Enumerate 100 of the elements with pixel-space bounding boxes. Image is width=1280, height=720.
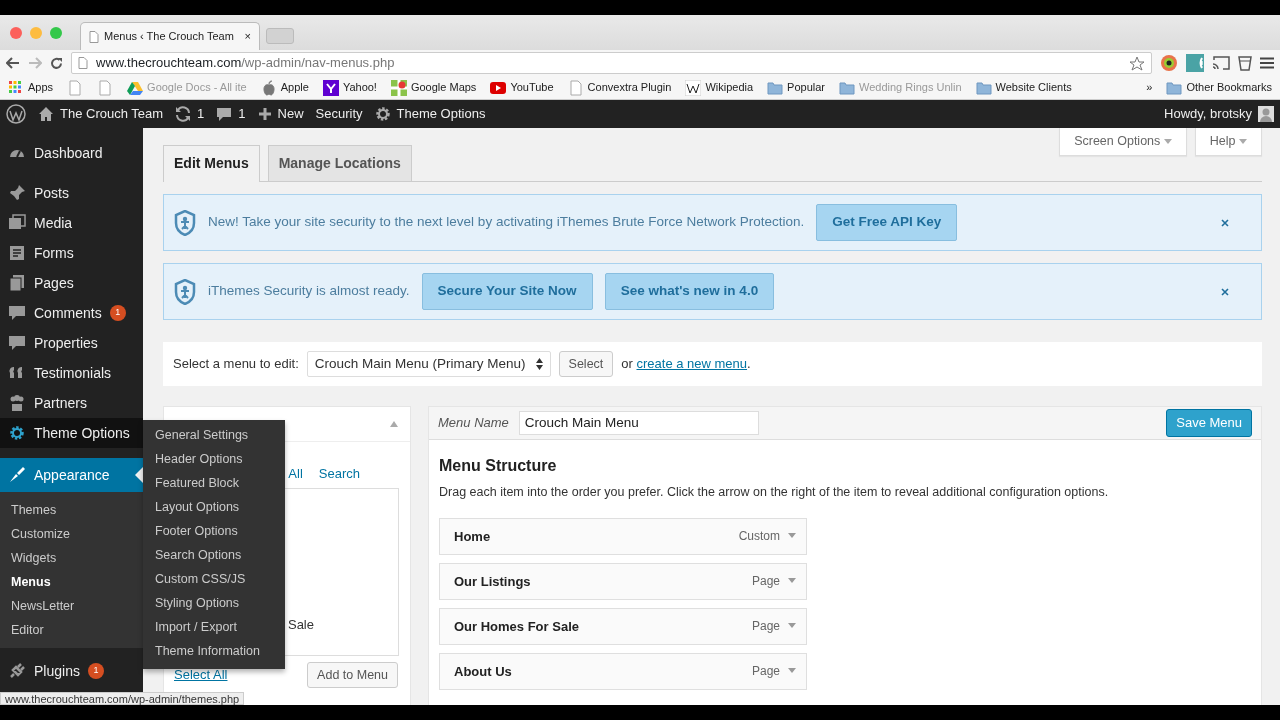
address-bar[interactable]: www.thecrouchteam.com/wp-admin/nav-menus.php (71, 52, 1152, 74)
caret-icon[interactable] (788, 623, 796, 630)
refresh-icon (175, 106, 192, 122)
item-title: Our Homes For Sale (454, 617, 579, 636)
bookmark[interactable]: Apple (260, 79, 309, 96)
sidebar-item[interactable]: Testimonials (0, 358, 143, 388)
folder-icon (767, 79, 784, 96)
panel-tab-link[interactable]: All (288, 464, 303, 484)
sidebar-item[interactable]: Forms (0, 238, 143, 268)
flyout-item[interactable]: Header Options (143, 447, 285, 471)
sidebar-item[interactable]: Plugins 1 (0, 656, 143, 686)
sidebar-item[interactable]: Comments 1 (0, 298, 143, 328)
browser-tab[interactable]: Menus ‹ The Crouch Team × (80, 22, 260, 50)
menu-icon[interactable] (1260, 57, 1274, 69)
account-link[interactable]: Howdy, brotsky (1164, 104, 1274, 124)
add-to-menu-button[interactable]: Add to Menu (307, 661, 398, 689)
bookmark[interactable]: Apps (8, 79, 54, 96)
submenu-item[interactable]: Themes (0, 498, 143, 522)
page-icon (97, 79, 114, 96)
dropdown-tab[interactable]: Help (1194, 128, 1262, 156)
more-bookmarks-button[interactable]: » (1146, 79, 1153, 96)
new-link[interactable]: New (257, 104, 304, 124)
logo-icon[interactable] (6, 104, 26, 124)
bookmark[interactable]: Convextra Plugin (567, 79, 672, 96)
sidebar-item[interactable]: Posts (0, 178, 143, 208)
bookmark[interactable]: YouTube (490, 79, 554, 96)
close-icon[interactable] (1221, 287, 1229, 296)
tab[interactable]: Edit Menus (163, 145, 260, 182)
cast-icon[interactable] (1212, 56, 1230, 70)
security-link[interactable]: Security (315, 104, 363, 124)
flyout-item[interactable]: Layout Options (143, 495, 285, 519)
flyout-item[interactable]: Search Options (143, 543, 285, 567)
bookmark[interactable]: Other Bookmarks (1166, 79, 1272, 96)
bookmark[interactable]: Wikipedia (685, 79, 754, 96)
submenu-item[interactable]: Editor (0, 618, 143, 642)
collapse-arrow-icon[interactable] (390, 421, 398, 427)
caret-icon[interactable] (788, 533, 796, 540)
flyout-item[interactable]: Footer Options (143, 519, 285, 543)
menu-item-row[interactable]: About Us Page (439, 652, 807, 690)
panel-tab-link[interactable]: Search (318, 464, 360, 484)
flyout-item[interactable]: Styling Options (143, 591, 285, 615)
submenu-item[interactable]: NewsLetter (0, 594, 143, 618)
window-control-button[interactable] (50, 26, 62, 39)
sidebar-item[interactable]: Media (0, 208, 143, 238)
eye-icon[interactable] (1160, 54, 1178, 72)
play-icon (490, 79, 507, 96)
tab[interactable]: Manage Locations (267, 145, 412, 181)
action-button[interactable]: See what's new in 4.0 (604, 273, 775, 310)
theme-options-link[interactable]: Theme Options (374, 104, 486, 124)
menu-name-field[interactable]: Crouch Main Menu (518, 410, 759, 436)
bookmark[interactable]: Popular (767, 79, 825, 96)
folder-icon (1166, 79, 1183, 96)
flyout-item[interactable]: Featured Block (143, 471, 285, 495)
select-all-link[interactable]: Select All (174, 665, 228, 685)
sidebar-item[interactable]: Theme Options (0, 418, 143, 448)
back-icon[interactable] (6, 57, 20, 69)
action-button[interactable]: Get Free API Key (816, 204, 958, 241)
sidebar-item[interactable]: Appearance (0, 458, 143, 492)
flyout-item[interactable]: Custom CSS/JS (143, 567, 285, 591)
action-button[interactable]: Secure Your Site Now (421, 273, 593, 310)
flyout-item[interactable]: General Settings (143, 423, 285, 447)
letter-tile-icon (685, 79, 702, 96)
submenu-item[interactable]: Widgets (0, 546, 143, 570)
menu-item-row[interactable]: Home Custom (439, 517, 807, 555)
bookmark[interactable]: Yahoo! (322, 79, 377, 96)
flyout-item[interactable]: Theme Information (143, 639, 285, 663)
notice-text: New! Take your site security to the next level by activating iThemes Brute Force Network Protection. (208, 213, 805, 232)
comments-link[interactable]: 1 (216, 104, 246, 124)
wave-icon[interactable] (1186, 54, 1204, 72)
sidebar-item[interactable]: Properties (0, 328, 143, 358)
menu-item-row[interactable]: Our Homes For Sale Page (439, 607, 807, 645)
submenu-item[interactable]: Customize (0, 522, 143, 546)
bookmark[interactable] (67, 79, 84, 96)
flyout-item[interactable]: Import / Export (143, 615, 285, 639)
bookmark[interactable]: Google Maps (390, 79, 477, 96)
cup-icon[interactable] (1238, 55, 1252, 71)
forward-icon[interactable] (28, 57, 42, 69)
sidebar-item[interactable]: Partners (0, 388, 143, 418)
menu-dropdown[interactable]: Crouch Main Menu (Primary Menu) (306, 350, 551, 378)
reload-icon[interactable] (50, 56, 63, 70)
menu-item-row[interactable]: Our Listings Page (439, 562, 807, 600)
caret-icon[interactable] (788, 668, 796, 675)
submenu-item[interactable]: Menus (0, 570, 143, 594)
close-icon[interactable] (1221, 218, 1229, 227)
dropdown-tab[interactable]: Screen Options (1059, 128, 1187, 156)
updates-link[interactable]: 1 (175, 104, 205, 124)
item-type: Page (751, 573, 780, 591)
tab-close-button[interactable]: × (244, 28, 251, 45)
sidebar-item[interactable]: Dashboard (0, 138, 143, 168)
bookmark[interactable] (97, 79, 114, 96)
bookmark[interactable]: Website Clients (975, 79, 1072, 96)
select-button[interactable]: Select (558, 350, 614, 378)
caret-icon[interactable] (788, 578, 796, 585)
sidebar-item[interactable]: Pages (0, 268, 143, 298)
page-option[interactable]: Sale (287, 615, 314, 635)
create-menu-link[interactable]: create a new menu (636, 356, 748, 372)
window-control-button[interactable] (10, 26, 22, 39)
star-icon[interactable] (1129, 55, 1145, 71)
site-link[interactable]: The Crouch Team (38, 104, 164, 124)
apps-icon (8, 79, 24, 96)
